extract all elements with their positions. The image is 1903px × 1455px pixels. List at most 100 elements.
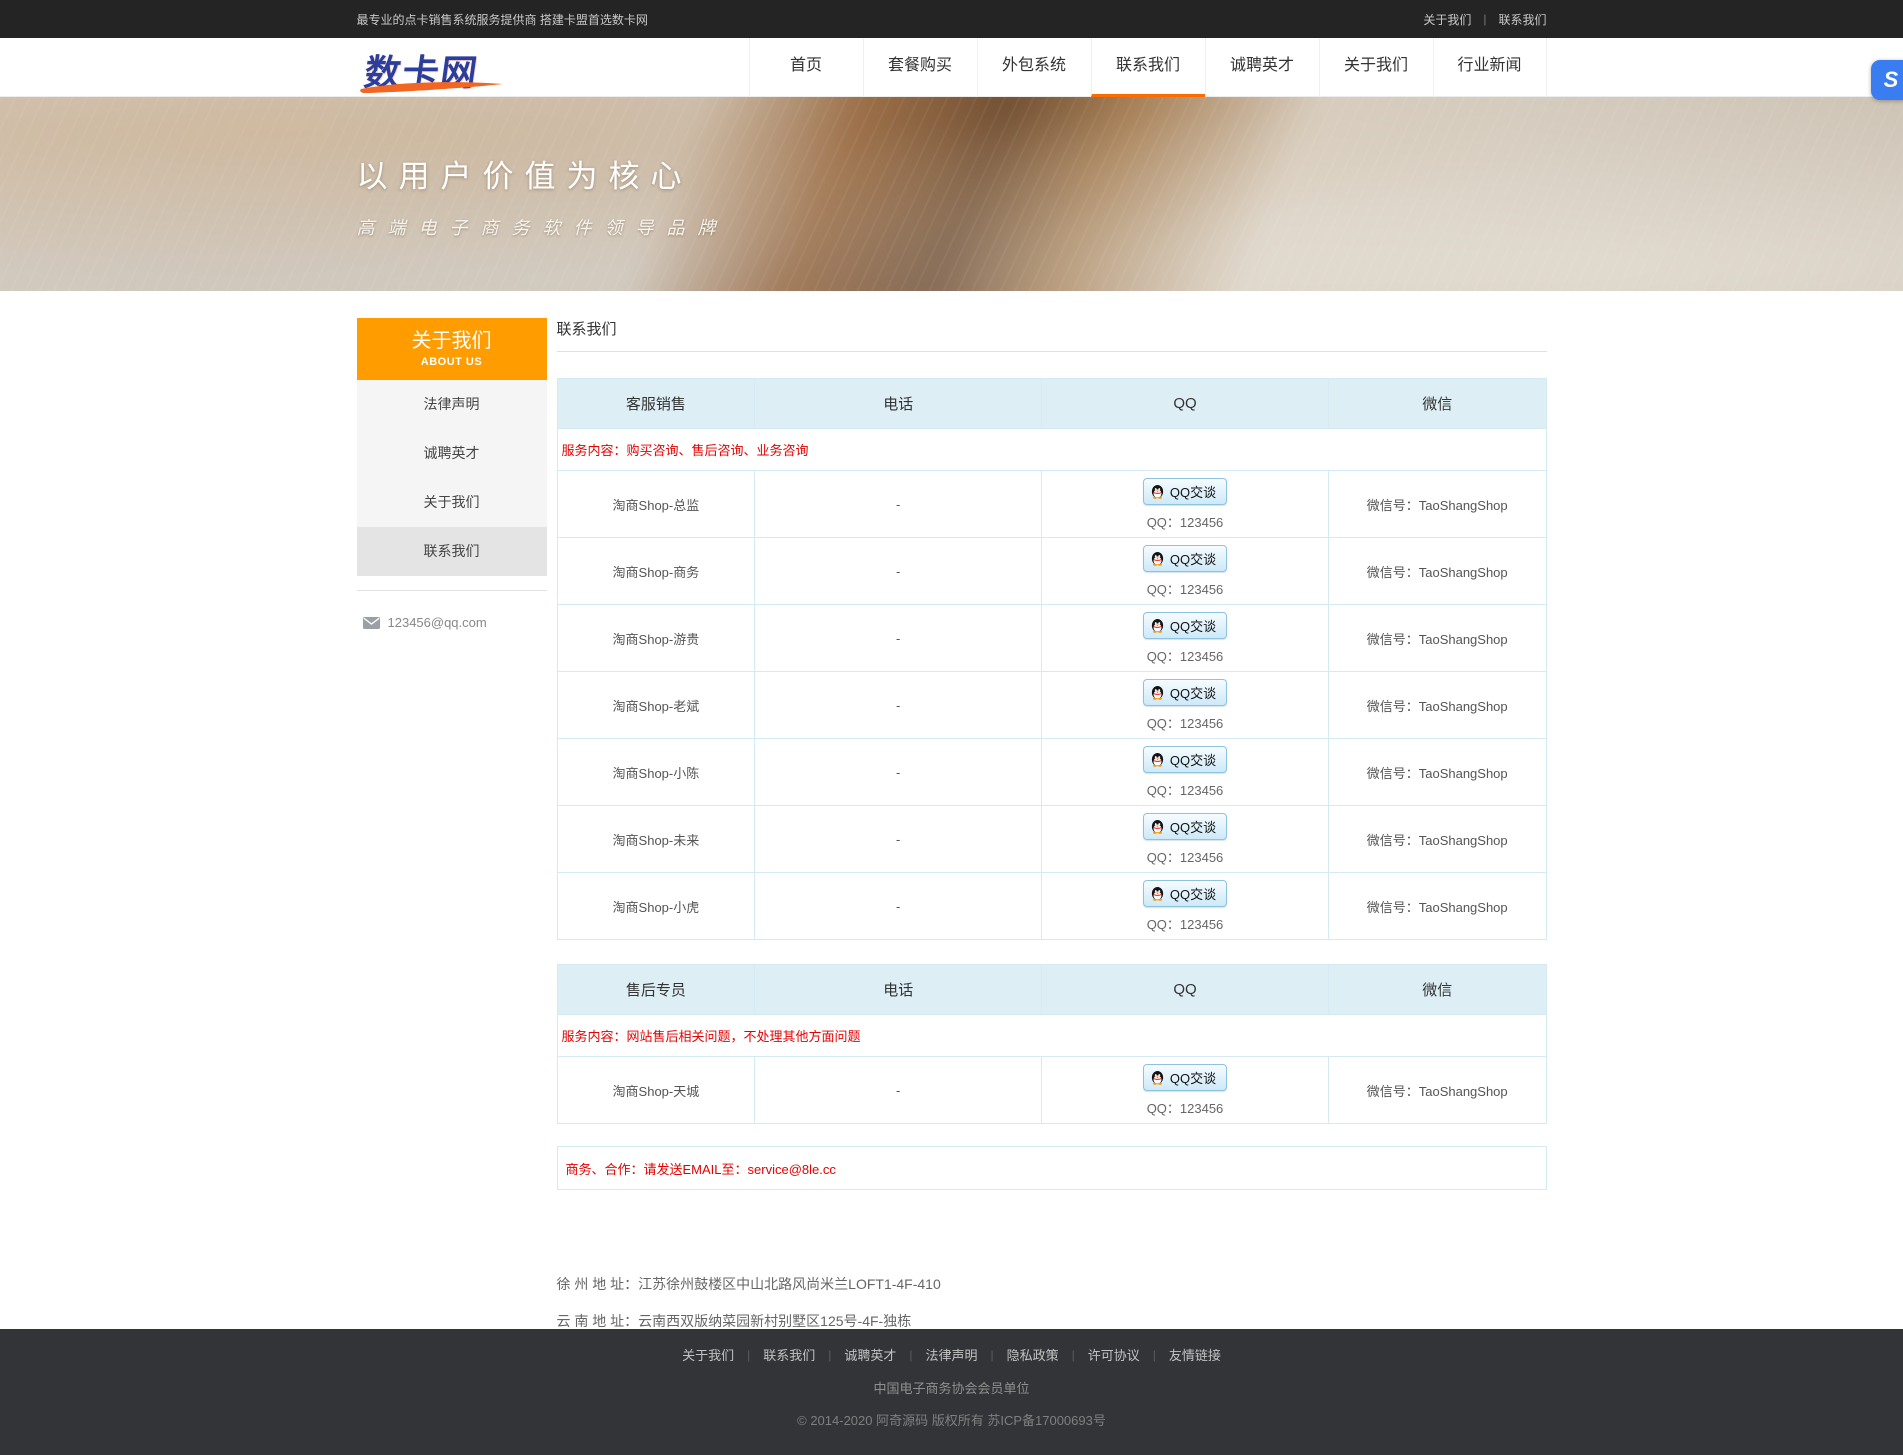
agent-name: 淘商Shop-总监	[557, 471, 755, 538]
site-slogan: 最专业的点卡销售系统服务提供商 搭建卡盟首选数卡网	[357, 11, 648, 28]
qq-chat-label: QQ交谈	[1170, 482, 1216, 501]
phone-cell: -	[755, 873, 1042, 940]
qq-chat-button[interactable]: QQ交谈	[1143, 746, 1227, 773]
column-header: 电话	[755, 965, 1042, 1015]
qq-cell: QQ交谈 QQ：123456	[1042, 471, 1329, 538]
qq-chat-label: QQ交谈	[1170, 750, 1216, 769]
nav-item[interactable]: 诚聘英才	[1205, 38, 1319, 97]
qq-penguin-icon	[1150, 484, 1165, 499]
topbar-link[interactable]: 联系我们	[1498, 11, 1546, 28]
business-email-note: 商务、合作：请发送EMAIL至：service@8le.cc	[557, 1146, 1547, 1190]
nav-item[interactable]: 外包系统	[977, 38, 1091, 97]
qq-chat-label: QQ交谈	[1170, 549, 1216, 568]
table-row: 淘商Shop-游贵 - QQ交谈 QQ：123456	[557, 605, 1546, 672]
column-header: QQ	[1042, 965, 1329, 1015]
footer-link[interactable]: 许可协议	[1088, 1345, 1140, 1364]
table-row: 淘商Shop-商务 - QQ交谈 QQ：123456	[557, 538, 1546, 605]
sidebar-item[interactable]: 联系我们	[357, 527, 547, 576]
phone-cell: -	[755, 672, 1042, 739]
wechat-cell: 微信号：TaoShangShop	[1328, 471, 1546, 538]
qq-chat-label: QQ交谈	[1170, 1068, 1216, 1087]
qq-chat-button[interactable]: QQ交谈	[1143, 813, 1227, 840]
nav-item[interactable]: 套餐购买	[863, 38, 977, 97]
sidebar-title: 关于我们	[357, 328, 547, 354]
qq-penguin-icon	[1150, 618, 1165, 633]
separator: |	[1153, 1348, 1156, 1362]
separator: |	[747, 1348, 750, 1362]
contact-email: 123456@qq.com	[388, 615, 487, 630]
footer-links: | 关于我们 | 联系我们 | 诚聘英才 | 法律声明 | 隐私政策	[0, 1329, 1903, 1364]
nav-item[interactable]: 首页	[749, 38, 863, 97]
table-row: 淘商Shop-未来 - QQ交谈 QQ：123456	[557, 806, 1546, 873]
table-row: 淘商Shop-天城 - QQ交谈 QQ：123456	[557, 1057, 1546, 1124]
sidebar-item[interactable]: 诚聘英才	[357, 429, 547, 478]
qq-number: QQ：123456	[1042, 579, 1328, 598]
qq-chat-button[interactable]: QQ交谈	[1143, 478, 1227, 505]
separator: |	[1072, 1348, 1075, 1362]
phone-cell: -	[755, 471, 1042, 538]
sidebar-header: 关于我们 ABOUT US	[357, 318, 547, 380]
nav-item[interactable]: 行业新闻	[1433, 38, 1547, 97]
phone-cell: -	[755, 538, 1042, 605]
aftersales-contacts-table: 售后专员 电话 QQ 微信 服务内容：网站售后相关问题，不处理其他方面问题 淘商…	[557, 964, 1547, 1124]
qq-penguin-icon	[1150, 819, 1165, 834]
footer-link[interactable]: 关于我们	[682, 1345, 734, 1364]
hero-subtitle: 高端电子商务软件领导品牌	[357, 214, 1547, 240]
qq-cell: QQ交谈 QQ：123456	[1042, 873, 1329, 940]
qq-cell: QQ交谈 QQ：123456	[1042, 739, 1329, 806]
wechat-cell: 微信号：TaoShangShop	[1328, 605, 1546, 672]
footer-link[interactable]: 友情链接	[1169, 1345, 1221, 1364]
agent-name: 淘商Shop-天城	[557, 1057, 755, 1124]
qq-cell: QQ交谈 QQ：123456	[1042, 605, 1329, 672]
qq-chat-button[interactable]: QQ交谈	[1143, 1064, 1227, 1091]
table-row: 淘商Shop-小虎 - QQ交谈 QQ：123456	[557, 873, 1546, 940]
footer-link[interactable]: 法律声明	[925, 1345, 977, 1364]
topbar-link[interactable]: 关于我们	[1423, 11, 1471, 28]
footer-copyright: © 2014-2020 阿奇源码 版权所有 苏ICP备17000693号	[0, 1410, 1903, 1429]
column-header: 售后专员	[557, 965, 755, 1015]
qq-chat-button[interactable]: QQ交谈	[1143, 545, 1227, 572]
qq-penguin-icon	[1150, 1070, 1165, 1085]
envelope-icon	[363, 617, 380, 629]
logo-swoosh-icon	[357, 80, 507, 94]
widget-s-icon: S	[1884, 67, 1899, 93]
qq-chat-label: QQ交谈	[1170, 616, 1216, 635]
qq-penguin-icon	[1150, 551, 1165, 566]
qq-chat-button[interactable]: QQ交谈	[1143, 880, 1227, 907]
qq-number: QQ：123456	[1042, 1098, 1328, 1117]
qq-number: QQ：123456	[1042, 646, 1328, 665]
wechat-cell: 微信号：TaoShangShop	[1328, 1057, 1546, 1124]
separator: |	[991, 1348, 994, 1362]
sidebar-email: 123456@qq.com	[357, 591, 547, 654]
page-title: 联系我们	[557, 318, 1547, 352]
nav-item[interactable]: 联系我们	[1091, 38, 1205, 97]
nav-item[interactable]: 关于我们	[1319, 38, 1433, 97]
qq-chat-label: QQ交谈	[1170, 817, 1216, 836]
qq-cell: QQ交谈 QQ：123456	[1042, 806, 1329, 873]
qq-number: QQ：123456	[1042, 713, 1328, 732]
agent-name: 淘商Shop-小虎	[557, 873, 755, 940]
footer-link[interactable]: 隐私政策	[1007, 1345, 1059, 1364]
column-header: 微信	[1328, 965, 1546, 1015]
floating-widget-button[interactable]: S	[1871, 60, 1903, 100]
qq-chat-button[interactable]: QQ交谈	[1143, 612, 1227, 639]
agent-name: 淘商Shop-小陈	[557, 739, 755, 806]
column-header: QQ	[1042, 379, 1329, 429]
footer-link[interactable]: 诚聘英才	[844, 1345, 896, 1364]
wechat-cell: 微信号：TaoShangShop	[1328, 538, 1546, 605]
qq-penguin-icon	[1150, 752, 1165, 767]
qq-cell: QQ交谈 QQ：123456	[1042, 1057, 1329, 1124]
sidebar-item[interactable]: 法律声明	[357, 380, 547, 429]
qq-chat-label: QQ交谈	[1170, 884, 1216, 903]
hero-title: 以用户价值为核心	[357, 97, 1547, 196]
qq-number: QQ：123456	[1042, 914, 1328, 933]
qq-chat-button[interactable]: QQ交谈	[1143, 679, 1227, 706]
phone-cell: -	[755, 739, 1042, 806]
sidebar-item[interactable]: 关于我们	[357, 478, 547, 527]
agent-name: 淘商Shop-游贵	[557, 605, 755, 672]
logo[interactable]: 数卡网	[357, 42, 507, 94]
table-row: 淘商Shop-小陈 - QQ交谈 QQ：123456	[557, 739, 1546, 806]
footer-link[interactable]: 联系我们	[763, 1345, 815, 1364]
wechat-cell: 微信号：TaoShangShop	[1328, 873, 1546, 940]
qq-penguin-icon	[1150, 886, 1165, 901]
